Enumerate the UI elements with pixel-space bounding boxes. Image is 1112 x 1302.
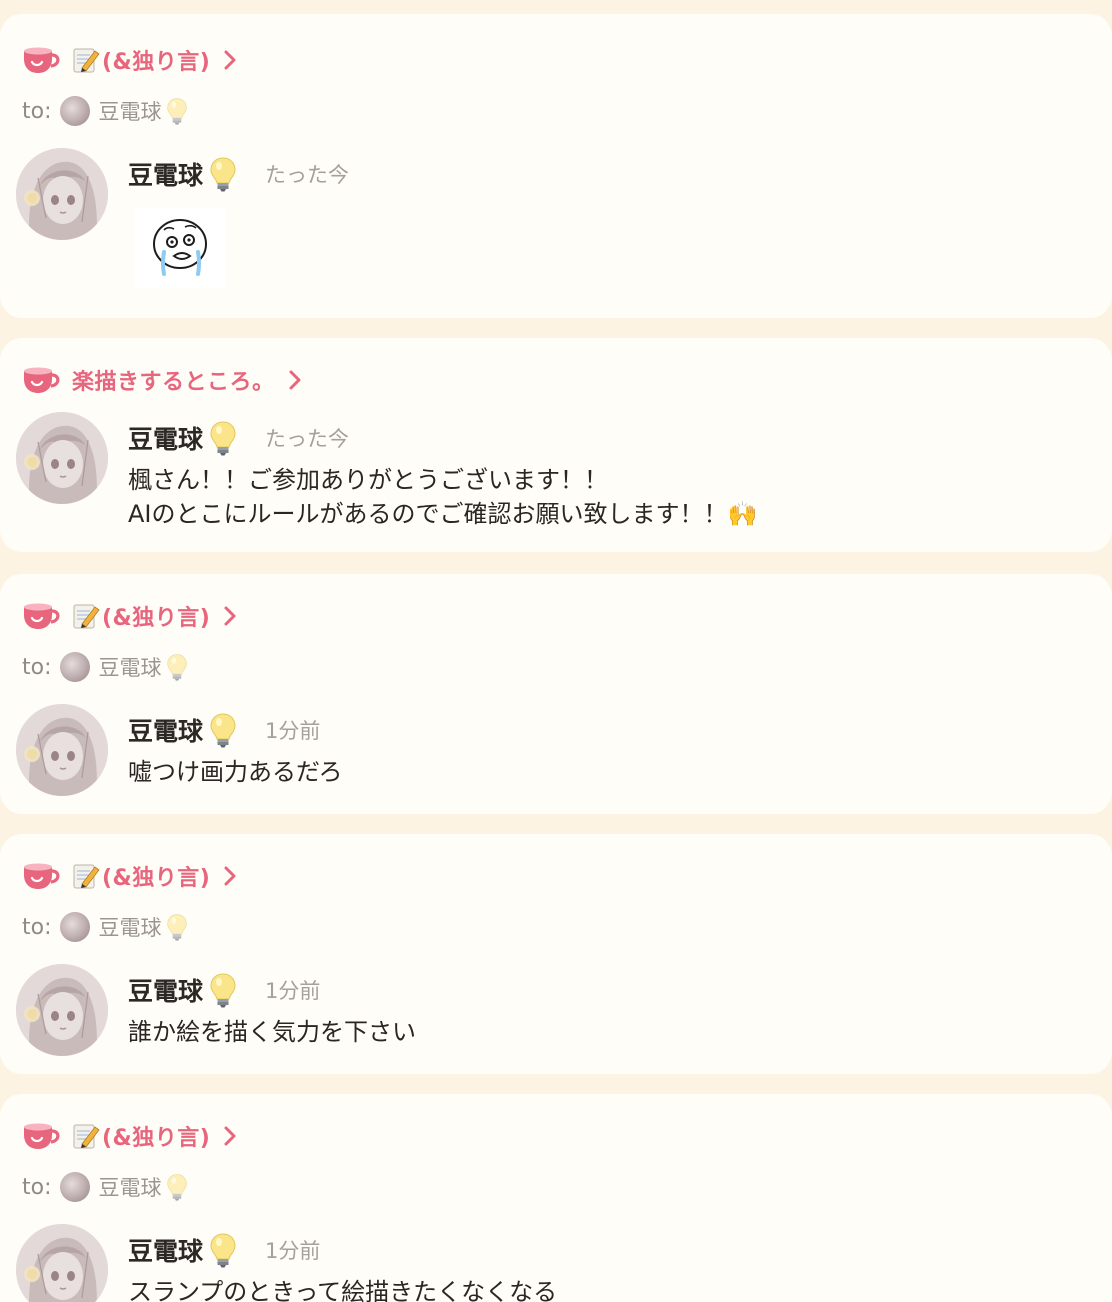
coffee-cup-icon [22,45,62,75]
room-link[interactable]: (&独り言) [22,858,238,894]
chevron-right-icon [222,605,238,627]
recipient-avatar[interactable] [59,96,90,126]
room-name: 楽描きするところ。 [72,370,275,395]
memo-pencil-icon [72,862,100,890]
post-time: たった今 [265,163,350,187]
recipient-name[interactable]: 豆電球 [99,652,162,682]
recipient-avatar[interactable] [59,652,90,682]
chevron-right-icon [287,369,303,391]
post-card[interactable]: (&独り言) to: 豆電球 豆電球 1分前 スランプのときって絵描きたくなくな… [0,1094,1112,1302]
author-avatar[interactable] [16,704,108,796]
light-bulb-icon [209,1232,237,1268]
to-label: to: [22,1174,52,1200]
author-avatar[interactable] [16,964,108,1056]
message-line: AIのとこにルールがあるのでご確認お願い致します！！🙌 [128,500,758,528]
recipient-avatar[interactable] [59,912,90,942]
post-time: 1分前 [265,979,321,1003]
message-line: 楓さん！！ご参加ありがとうございます！！ [128,466,608,494]
author-row: 豆電球 たった今 [128,154,349,194]
room-name: (&独り言) [102,606,211,631]
room-name: (&独り言) [102,50,211,75]
message-line: 誰か絵を描く気力を下さい [128,1018,416,1046]
light-bulb-icon [166,1173,188,1201]
to-label: to: [22,914,52,940]
author-name[interactable]: 豆電球 [128,972,203,1008]
post-card[interactable]: (&独り言) to: 豆電球 豆電球 1分前 嘘つけ画力あるだろ [0,574,1112,814]
post-time: 1分前 [265,719,321,743]
coffee-cup-icon [22,861,62,891]
recipient-row: to: 豆電球 [22,910,188,944]
light-bulb-icon [166,97,188,125]
recipient-name[interactable]: 豆電球 [99,1172,162,1202]
room-link[interactable]: (&独り言) [22,42,238,78]
recipient-name[interactable]: 豆電球 [99,912,162,942]
coffee-cup-icon [22,601,62,631]
activity-feed: (&独り言) to: 豆電球 豆電球 たった今 楽描きするところ。 豆電球 たっ… [0,0,1112,1302]
memo-pencil-icon [72,46,100,74]
room-link[interactable]: (&独り言) [22,598,238,634]
room-name: (&独り言) [102,866,211,891]
recipient-row: to: 豆電球 [22,1170,188,1204]
to-label: to: [22,654,52,680]
chevron-right-icon [222,1125,238,1147]
coffee-cup-icon [22,365,62,395]
author-avatar[interactable] [16,1224,108,1302]
chevron-right-icon [222,49,238,71]
message-line: 嘘つけ画力あるだろ [128,758,343,786]
recipient-name[interactable]: 豆電球 [99,96,162,126]
recipient-avatar[interactable] [59,1172,90,1202]
post-card[interactable]: (&独り言) to: 豆電球 豆電球 1分前 誰か絵を描く気力を下さい [0,834,1112,1074]
light-bulb-icon [209,972,237,1008]
post-card[interactable]: 楽描きするところ。 豆電球 たった今 楓さん！！ご参加ありがとうございます！！ … [0,338,1112,552]
light-bulb-icon [209,156,237,192]
author-row: 豆電球 1分前 [128,970,320,1010]
author-row: 豆電球 1分前 [128,1230,320,1270]
post-time: たった今 [265,427,350,451]
post-time: 1分前 [265,1239,321,1263]
recipient-row: to: 豆電球 [22,94,188,128]
memo-pencil-icon [72,1122,100,1150]
light-bulb-icon [209,420,237,456]
author-row: 豆電球 1分前 [128,710,320,750]
author-row: 豆電球 たった今 [128,418,349,458]
room-name: (&独り言) [102,1126,211,1151]
to-label: to: [22,98,52,124]
message-line: スランプのときって絵描きたくなくなる [128,1278,558,1302]
author-avatar[interactable] [16,412,108,504]
light-bulb-icon [166,913,188,941]
chevron-right-icon [222,865,238,887]
room-link[interactable]: (&独り言) [22,1118,238,1154]
light-bulb-icon [209,712,237,748]
post-card[interactable]: (&独り言) to: 豆電球 豆電球 たった今 [0,14,1112,318]
light-bulb-icon [166,653,188,681]
coffee-cup-icon [22,1121,62,1151]
memo-pencil-icon [72,602,100,630]
author-name[interactable]: 豆電球 [128,420,203,456]
author-avatar[interactable] [16,148,108,240]
room-link[interactable]: 楽描きするところ。 [22,362,303,398]
author-name[interactable]: 豆電球 [128,156,203,192]
crying-face-sticker[interactable] [134,208,226,288]
author-name[interactable]: 豆電球 [128,712,203,748]
author-name[interactable]: 豆電球 [128,1232,203,1268]
recipient-row: to: 豆電球 [22,650,188,684]
